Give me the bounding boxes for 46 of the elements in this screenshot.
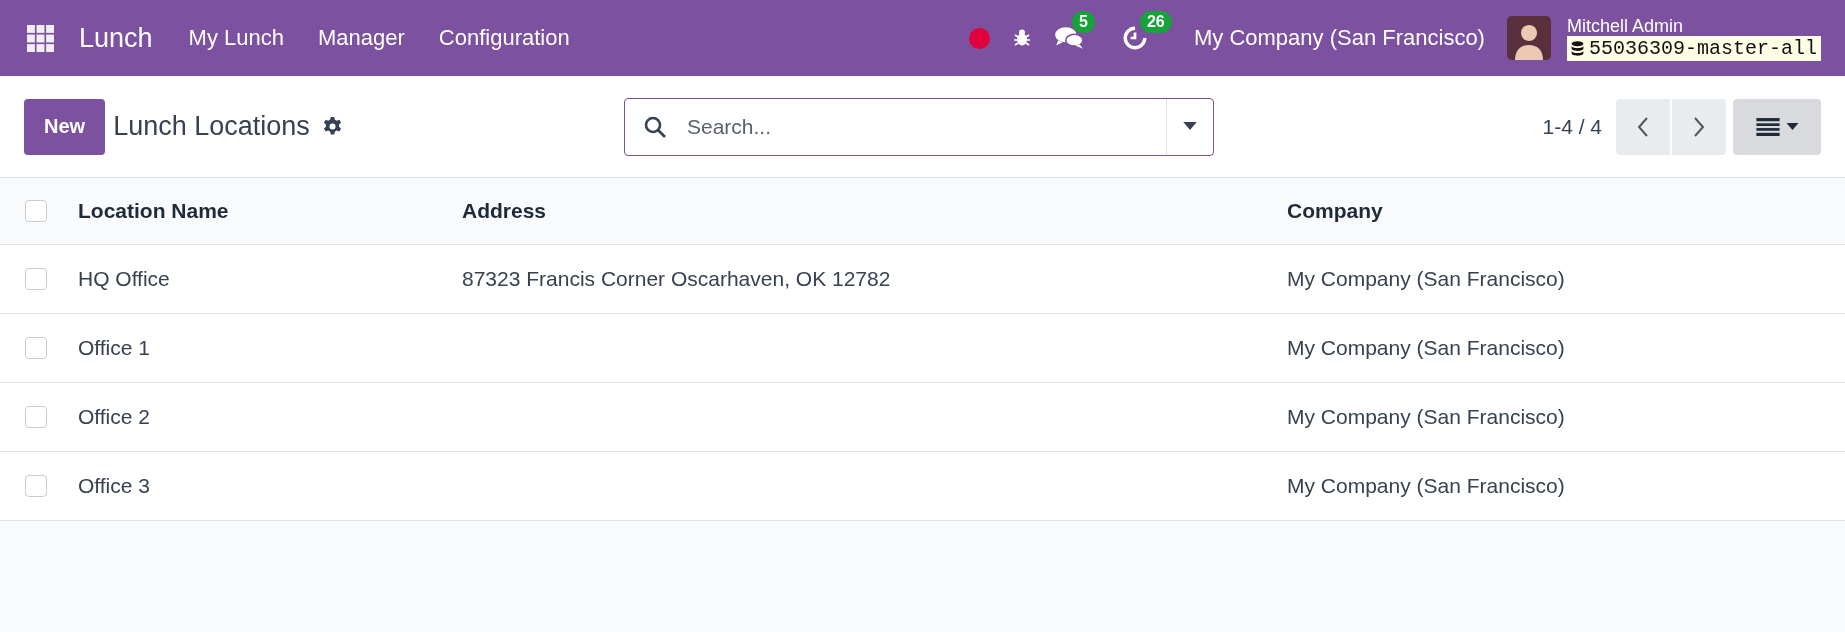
database-icon xyxy=(1570,40,1584,56)
app-name-link[interactable]: Lunch xyxy=(79,22,153,54)
company-switcher[interactable]: My Company (San Francisco) xyxy=(1193,25,1485,51)
select-all-checkbox[interactable] xyxy=(25,200,47,222)
table-cell: Office 1 xyxy=(78,336,150,359)
pager-value[interactable]: 1-4 / 4 xyxy=(1542,114,1602,139)
table-cell: My Company (San Francisco) xyxy=(1287,405,1565,428)
user-avatar-icon[interactable] xyxy=(1506,16,1551,60)
table-cell: Office 2 xyxy=(78,405,150,428)
table-cell: My Company (San Francisco) xyxy=(1287,267,1565,290)
settings-icon[interactable] xyxy=(321,116,343,137)
record-dot-icon[interactable] xyxy=(968,27,990,49)
search-field[interactable]: Search... xyxy=(624,97,1214,156)
row-checkbox[interactable] xyxy=(25,268,47,290)
column-header[interactable]: Address xyxy=(462,199,1287,223)
activity-count-badge: 26 xyxy=(1139,11,1172,33)
list-icon xyxy=(1755,117,1780,136)
clock-icon[interactable] xyxy=(1121,25,1148,51)
chevron-left-icon xyxy=(1637,115,1649,138)
row-checkbox[interactable] xyxy=(25,337,47,359)
table-cell: Office 3 xyxy=(78,474,150,497)
table-cell: My Company (San Francisco) xyxy=(1287,474,1565,497)
row-checkbox[interactable] xyxy=(25,406,47,428)
menu-item[interactable]: Manager xyxy=(317,25,405,51)
new-button[interactable]: New xyxy=(24,98,106,155)
app-grid-icon[interactable] xyxy=(27,24,54,52)
table-cell: 87323 Francis Corner Oscarhaven, OK 12782 xyxy=(462,267,891,290)
table-cell: HQ Office xyxy=(78,267,170,290)
bug-icon[interactable] xyxy=(1011,28,1032,48)
menu-item[interactable]: My Lunch xyxy=(188,25,284,51)
message-count-badge: 5 xyxy=(1071,11,1095,33)
chat-icon[interactable] xyxy=(1053,25,1084,51)
user-name[interactable]: Mitchell Admin xyxy=(1566,15,1683,36)
caret-icon xyxy=(1785,122,1799,131)
search-input[interactable]: Search... xyxy=(685,113,1166,140)
database-name: 55036309-master-all xyxy=(1588,36,1817,60)
caret-icon[interactable] xyxy=(1183,122,1197,131)
search-icon xyxy=(643,114,667,139)
row-checkbox[interactable] xyxy=(25,475,47,497)
column-header[interactable]: Company xyxy=(1287,199,1845,223)
page-title: Lunch Locations xyxy=(113,111,310,142)
table-cell: My Company (San Francisco) xyxy=(1287,336,1565,359)
column-header[interactable]: Location Name xyxy=(78,199,462,223)
view-switcher-button[interactable] xyxy=(1733,98,1821,155)
menu-item[interactable]: Configuration xyxy=(438,25,570,51)
chevron-right-icon xyxy=(1693,115,1705,138)
